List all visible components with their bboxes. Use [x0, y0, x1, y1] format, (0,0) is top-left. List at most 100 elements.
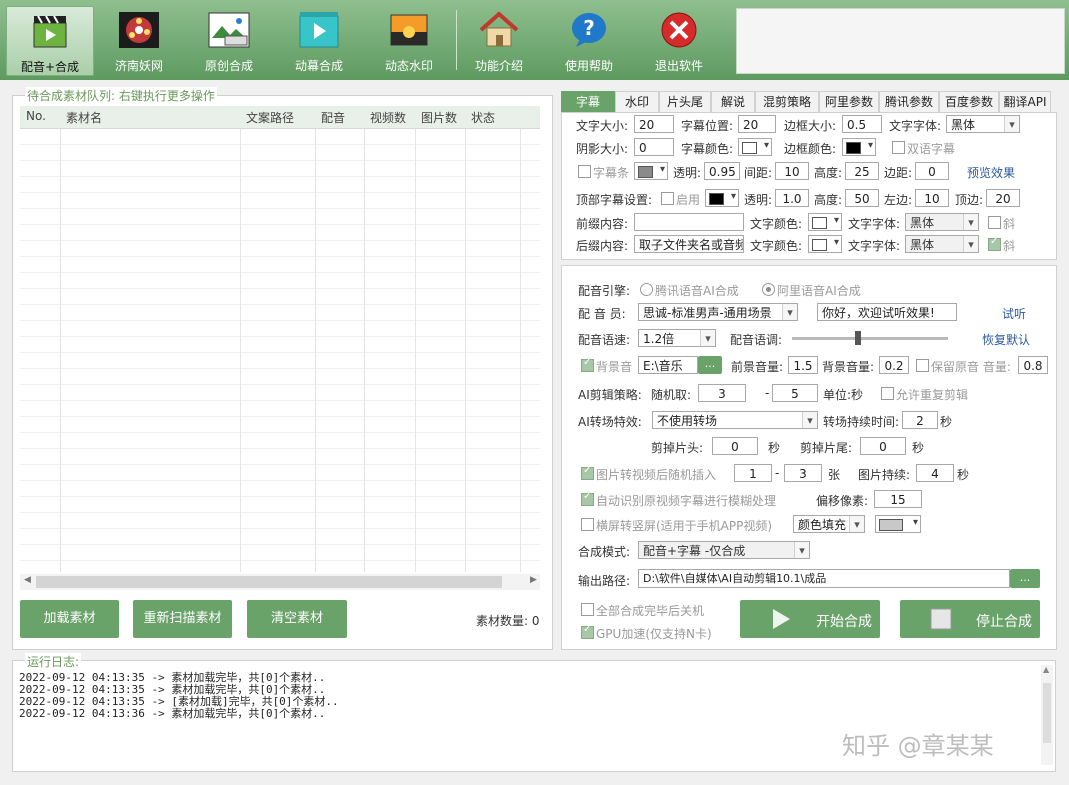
suffix-input[interactable]: 取子文件夹名或音频	[634, 235, 744, 253]
queue-horizontal-scrollbar[interactable]: ◀ ▶	[20, 574, 540, 590]
tab-intro-outro[interactable]: 片头尾	[659, 91, 711, 112]
preview-effect-link[interactable]: 预览效果	[967, 164, 1015, 181]
random-max-input[interactable]: 5	[772, 384, 818, 402]
font-size-input[interactable]: 20	[634, 115, 674, 133]
landscape-to-portrait-checkbox[interactable]	[581, 518, 594, 531]
toolbar-jinan-button[interactable]: 济南妖网	[96, 6, 182, 74]
gpu-accel-checkbox[interactable]	[581, 624, 594, 639]
tab-translate-api[interactable]: 翻译API	[999, 91, 1051, 112]
toolbar-voice-compose-button[interactable]: 配音+合成	[6, 6, 94, 76]
output-path-input[interactable]: D:\软件\自媒体\AI自动剪辑10.1\成品	[638, 569, 1010, 588]
try-listen-link[interactable]: 试听	[1002, 305, 1026, 322]
tab-mix-strategy[interactable]: 混剪策略	[755, 91, 819, 112]
tab-watermark[interactable]: 水印	[615, 91, 659, 112]
tab-subtitle[interactable]: 字幕	[561, 91, 615, 112]
compose-mode-select[interactable]: 配音+字幕 -仅合成	[638, 541, 810, 559]
subtitle-color-picker[interactable]: ▾	[738, 138, 772, 156]
toolbar-features-button[interactable]: 功能介绍	[456, 6, 542, 74]
prefix-font-select[interactable]: 黑体	[905, 213, 979, 231]
random-min-input[interactable]: 3	[698, 384, 746, 402]
cut-head-input[interactable]: 0	[712, 437, 758, 455]
image-duration-input[interactable]: 4	[916, 464, 954, 482]
back-volume-input[interactable]: 0.2	[879, 356, 909, 374]
voice-tone-slider-track[interactable]	[792, 337, 948, 340]
clear-material-button[interactable]: 清空素材	[247, 600, 347, 638]
start-compose-button[interactable]: 开始合成	[740, 600, 880, 638]
fill-color-picker[interactable]: ▾	[875, 515, 921, 533]
col-script-path[interactable]: 文案路径	[246, 109, 294, 126]
subtitle-position-input[interactable]: 20	[738, 115, 776, 133]
top-subtitle-enable-checkbox[interactable]	[661, 192, 674, 205]
cut-tail-input[interactable]: 0	[860, 437, 906, 455]
reset-default-link[interactable]: 恢复默认	[982, 331, 1030, 348]
font-family-select[interactable]: 黑体	[946, 115, 1020, 133]
voice-tone-slider-thumb[interactable]	[854, 331, 861, 345]
toolbar-exit-button[interactable]: 退出软件	[636, 6, 722, 74]
col-voice[interactable]: 配音	[321, 109, 345, 126]
transition-select[interactable]: 不使用转场	[652, 411, 818, 429]
dual-subtitle-checkbox[interactable]	[892, 141, 905, 154]
scrollbar-thumb[interactable]	[36, 576, 502, 588]
allow-repeat-checkbox[interactable]	[881, 387, 894, 400]
log-vertical-scrollbar[interactable]: ▲	[1041, 665, 1053, 765]
prefix-italic-checkbox[interactable]	[988, 216, 1001, 229]
top-edge-input[interactable]: 20	[986, 189, 1020, 207]
bar-opacity-input[interactable]: 0.95	[704, 162, 740, 180]
fill-mode-select[interactable]: 颜色填充	[793, 515, 865, 533]
keep-original-audio-checkbox[interactable]	[916, 359, 929, 372]
col-video-count[interactable]: 视频数	[370, 109, 406, 126]
bgm-path-input[interactable]: E:\音乐	[638, 356, 698, 374]
toolbar-original-compose-button[interactable]: 原创合成	[186, 6, 272, 74]
top-left-input[interactable]: 10	[915, 189, 949, 207]
output-browse-button[interactable]: ...	[1010, 569, 1040, 588]
top-height-input[interactable]: 50	[845, 189, 879, 207]
toolbar-help-button[interactable]: ? 使用帮助	[546, 6, 632, 74]
original-volume-input[interactable]: 0.8	[1018, 356, 1048, 374]
stop-compose-button[interactable]: 停止合成	[900, 600, 1040, 638]
top-opacity-input[interactable]: 1.0	[775, 189, 809, 207]
engine-tencent-radio[interactable]	[640, 283, 653, 296]
front-volume-input[interactable]: 1.5	[788, 356, 818, 374]
subtitle-bar-checkbox[interactable]	[578, 165, 591, 178]
bar-spacing-input[interactable]: 10	[775, 162, 809, 180]
col-status[interactable]: 状态	[471, 109, 495, 126]
col-name[interactable]: 素材名	[66, 109, 102, 126]
rescan-material-button[interactable]: 重新扫描素材	[133, 600, 232, 638]
suffix-italic-checkbox[interactable]	[988, 236, 1001, 251]
transition-duration-input[interactable]: 2	[902, 411, 938, 429]
tab-ali-params[interactable]: 阿里参数	[819, 91, 879, 112]
sample-text-input[interactable]: 你好，欢迎试听效果!	[817, 303, 957, 321]
scroll-up-icon[interactable]: ▲	[1043, 665, 1049, 674]
suffix-color-picker[interactable]: ▾	[808, 235, 842, 253]
toolbar-motion-compose-button[interactable]: 动幕合成	[276, 6, 362, 74]
bar-height-input[interactable]: 25	[845, 162, 879, 180]
voicer-select[interactable]: 思诚-标准男声-通用场景	[638, 303, 798, 321]
tab-narration[interactable]: 解说	[711, 91, 755, 112]
shutdown-checkbox[interactable]	[581, 603, 594, 616]
subtitle-bar-color-picker[interactable]: ▾	[634, 162, 668, 180]
scroll-left-icon[interactable]: ◀	[24, 575, 31, 585]
top-subtitle-color-picker[interactable]: ▾	[705, 189, 739, 207]
tab-tencent-params[interactable]: 腾讯参数	[879, 91, 939, 112]
scroll-right-icon[interactable]: ▶	[530, 575, 537, 585]
col-image-count[interactable]: 图片数	[421, 109, 457, 126]
border-color-picker[interactable]: ▾	[842, 138, 876, 156]
bgm-checkbox[interactable]	[581, 357, 594, 372]
log-scrollbar-thumb[interactable]	[1043, 683, 1051, 743]
image-min-input[interactable]: 1	[734, 464, 772, 482]
voice-speed-select[interactable]: 1.2倍	[638, 329, 716, 347]
prefix-input[interactable]	[634, 213, 744, 231]
load-material-button[interactable]: 加载素材	[20, 600, 119, 638]
image-insert-checkbox[interactable]	[581, 465, 594, 480]
bgm-browse-button[interactable]: ...	[698, 356, 722, 374]
queue-grid-body[interactable]	[20, 129, 540, 572]
image-max-input[interactable]: 3	[784, 464, 822, 482]
blur-subtitle-checkbox[interactable]	[581, 491, 594, 506]
engine-ali-radio[interactable]	[762, 283, 775, 296]
tab-baidu-params[interactable]: 百度参数	[939, 91, 999, 112]
bar-margin-input[interactable]: 0	[915, 162, 949, 180]
suffix-font-select[interactable]: 黑体	[905, 235, 979, 253]
border-size-input[interactable]: 0.5	[842, 115, 882, 133]
offset-pixel-input[interactable]: 15	[874, 490, 922, 508]
shadow-input[interactable]: 0	[634, 138, 674, 156]
